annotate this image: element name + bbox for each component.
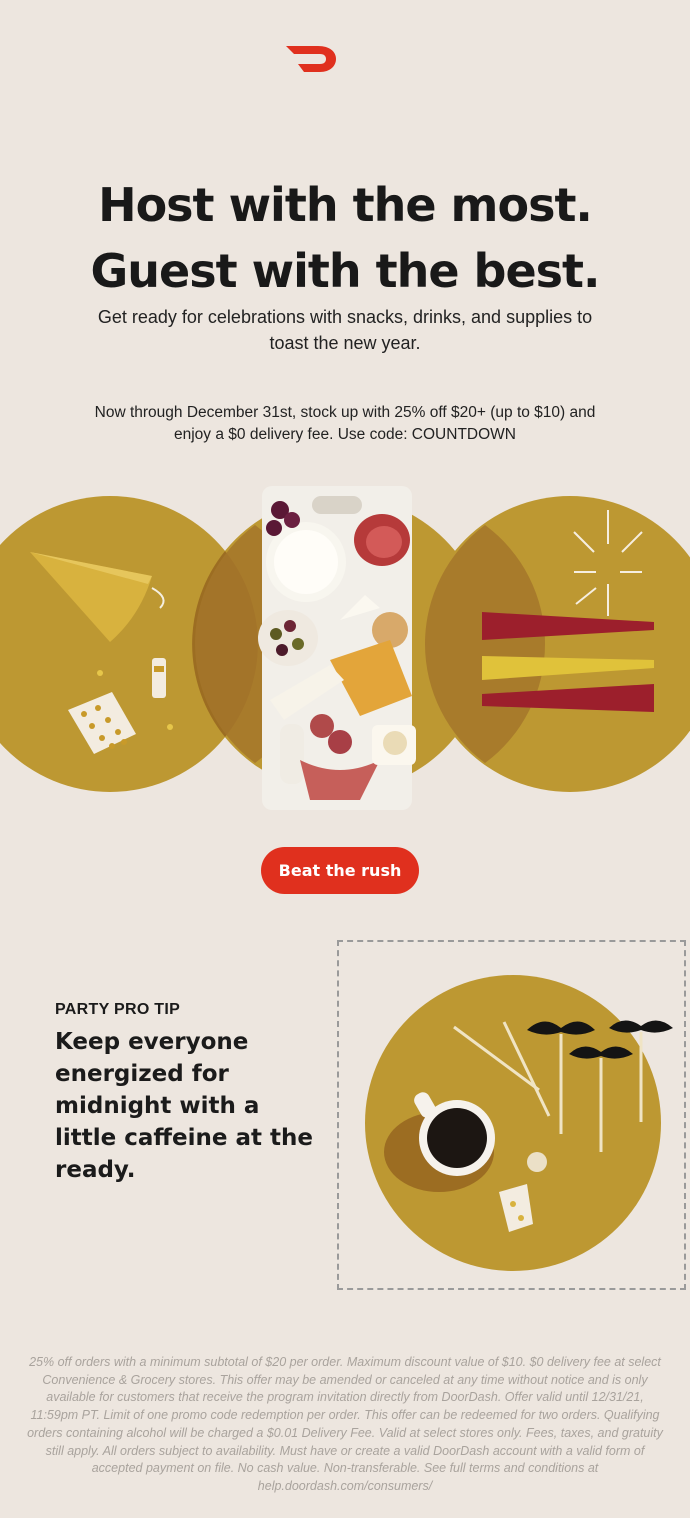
headline-line-2: Guest with the best.: [90, 244, 600, 298]
subheadline: Get ready for celebrations with snacks, …: [97, 307, 593, 353]
doordash-logo-icon[interactable]: [284, 42, 338, 74]
tip-label: PARTY PRO TIP: [55, 1001, 181, 1018]
legal-disclaimer: 25% off orders with a minimum subtotal o…: [27, 1355, 663, 1493]
beat-the-rush-button[interactable]: Beat the rush: [261, 847, 419, 894]
headline-line-1: Host with the most.: [98, 178, 593, 232]
offer-text: Now through December 31st, stock up with…: [94, 404, 596, 443]
tip-body: Keep everyone energized for midnight wit…: [55, 1029, 313, 1183]
noisemaker-icon: [482, 612, 654, 712]
coffee-illustration: [337, 940, 686, 1290]
hero-illustration: [0, 486, 690, 810]
party-blower-icon: [152, 658, 166, 698]
charcuterie-board-icon: [258, 486, 416, 810]
